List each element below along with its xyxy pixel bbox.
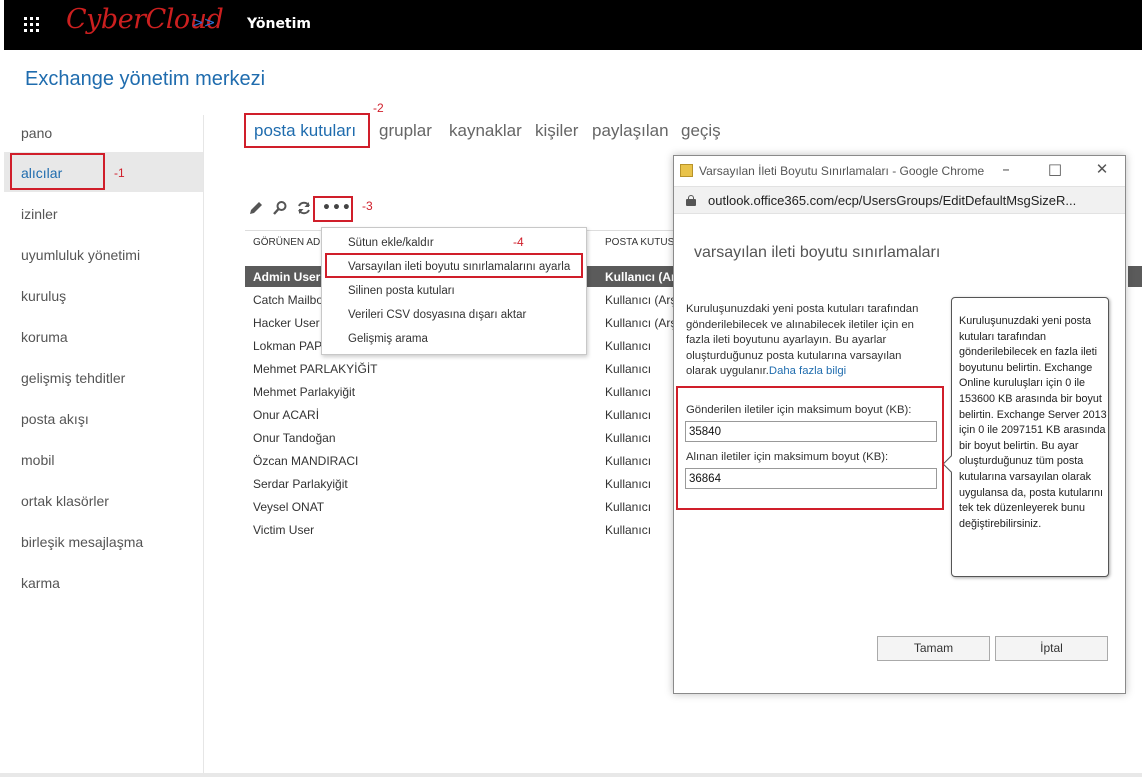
nav-item-karma[interactable]: karma: [21, 575, 60, 591]
table-row-type: Kullanıcı: [605, 523, 652, 537]
nav-item-koruma[interactable]: koruma: [21, 329, 68, 345]
menu-item-advanced-search[interactable]: Gelişmiş arama: [348, 333, 428, 345]
table-row-type: Kullanıcı (Arşiv): [605, 270, 673, 284]
menu-item-add-remove-columns[interactable]: Sütun ekle/kaldır: [348, 237, 434, 249]
nav-item-posta-akisi[interactable]: posta akışı: [21, 411, 89, 427]
table-row-type: Kullanıcı: [605, 454, 652, 468]
nav-item-pano[interactable]: pano: [21, 125, 52, 141]
ok-button[interactable]: Tamam: [877, 636, 990, 661]
lock-icon: [686, 195, 696, 206]
nav-divider: [203, 115, 204, 775]
table-row-name[interactable]: Mehmet Parlakyiğit: [253, 385, 355, 399]
tab-kaynaklar[interactable]: kaynaklar: [449, 121, 522, 141]
dialog-description: Kuruluşunuzdaki yeni posta kutuları tara…: [686, 302, 931, 380]
nav-item-izinler[interactable]: izinler: [21, 206, 58, 222]
table-row-name[interactable]: Admin User: [253, 270, 320, 284]
tooltip-pointer: [942, 455, 960, 473]
dialog-titlebar[interactable]: Varsayılan İleti Boyutu Sınırlamaları - …: [674, 156, 1125, 186]
table-row-name[interactable]: Hacker User: [253, 316, 320, 330]
table-row-name[interactable]: Onur Tandoğan: [253, 431, 336, 445]
nav-item-ortak-klasorler[interactable]: ortak klasörler: [21, 493, 109, 509]
table-row-type: Kullanıcı: [605, 385, 652, 399]
dialog-window-title: Varsayılan İleti Boyutu Sınırlamaları - …: [699, 164, 985, 178]
table-row-name[interactable]: Catch Mailbox: [253, 293, 329, 307]
url-text: outlook.office365.com/ecp/UsersGroups/Ed…: [708, 193, 1077, 208]
table-row-name[interactable]: Victim User: [253, 523, 314, 537]
annotation-box-more: [313, 196, 353, 222]
app-launcher-icon[interactable]: [24, 17, 40, 33]
annotation-label-3: -3: [362, 199, 373, 213]
top-bar: CyberCloud >> Yönetim: [4, 0, 1142, 50]
maximize-icon[interactable]: □: [1045, 160, 1065, 178]
annotation-label-4: -4: [513, 235, 524, 249]
annotation-label-1: -1: [114, 166, 125, 180]
table-row-type: Kullanıcı: [605, 477, 652, 491]
annotation-box-menu-item: [325, 253, 583, 278]
table-row-type: Kullanıcı (Arşiv): [605, 293, 673, 307]
bottom-strip: [0, 773, 1142, 777]
nav-item-kurulus[interactable]: kuruluş: [21, 288, 66, 304]
page-title: Exchange yönetim merkezi: [25, 68, 266, 90]
tab-kisiler[interactable]: kişiler: [535, 121, 578, 141]
annotation-box-posta-kutulari: [244, 113, 370, 148]
table-row-type: Kullanıcı: [605, 431, 652, 445]
menu-item-export-csv[interactable]: Verileri CSV dosyasına dışarı aktar: [348, 309, 526, 321]
refresh-icon[interactable]: [295, 200, 313, 218]
table-row-name[interactable]: Veysel ONAT: [253, 500, 324, 514]
nav-item-uyumluluk[interactable]: uyumluluk yönetimi: [21, 247, 140, 263]
table-row-type: Kullanıcı: [605, 408, 652, 422]
pencil-icon[interactable]: [247, 200, 265, 218]
table-row-name[interactable]: Özcan MANDIRACI: [253, 454, 358, 468]
address-bar[interactable]: outlook.office365.com/ecp/UsersGroups/Ed…: [674, 186, 1125, 214]
table-row-name[interactable]: Onur ACARİ: [253, 408, 319, 422]
table-row-type: Kullanıcı (Arşiv): [605, 316, 673, 330]
more-info-link[interactable]: Daha fazla bilgi: [769, 365, 846, 377]
tab-gecis[interactable]: geçiş: [681, 121, 721, 141]
annotation-box-alicilar: [10, 153, 105, 190]
menu-item-deleted-mailboxes[interactable]: Silinen posta kutuları: [348, 285, 455, 297]
tooltip-text: Kuruluşunuzdaki yeni posta kutuları tara…: [959, 315, 1107, 530]
minimize-icon[interactable]: –: [996, 160, 1016, 178]
more-options-menu: Sütun ekle/kaldır Varsayılan ileti boyut…: [321, 227, 587, 355]
table-row-name[interactable]: Mehmet PARLAKYİĞİT: [253, 362, 377, 376]
table-row-type: Kullanıcı: [605, 362, 652, 376]
annotation-label-2: -2: [373, 101, 384, 115]
help-tooltip: Kuruluşunuzdaki yeni posta kutuları tara…: [942, 297, 1109, 577]
dialog-heading: varsayılan ileti boyutu sınırlamaları: [694, 244, 941, 261]
column-header-display-name[interactable]: GÖRÜNEN AD: [253, 237, 320, 248]
annotation-box-size-fields: [676, 386, 944, 510]
table-row-type: Kullanıcı: [605, 500, 652, 514]
app-title[interactable]: Yönetim: [247, 16, 311, 32]
envelope-icon: [680, 164, 693, 177]
cancel-button[interactable]: İptal: [995, 636, 1108, 661]
nav-item-birlesik-mesajlasma[interactable]: birleşik mesajlaşma: [21, 534, 143, 550]
nav-item-mobil[interactable]: mobil: [21, 452, 54, 468]
nav-item-gelismis-tehditler[interactable]: gelişmiş tehditler: [21, 370, 125, 386]
table-row-selected-right: [1128, 266, 1142, 287]
tab-gruplar[interactable]: gruplar: [379, 121, 432, 141]
table-row-name[interactable]: Serdar Parlakyiğit: [253, 477, 348, 491]
tab-paylasilan[interactable]: paylaşılan: [592, 121, 669, 141]
brand-logo-arrow: >>: [192, 15, 216, 31]
search-icon[interactable]: [271, 200, 289, 218]
close-icon[interactable]: ✕: [1092, 160, 1112, 178]
column-header-mailbox-type[interactable]: POSTA KUTUSU: [605, 237, 673, 248]
table-row-type: Kullanıcı: [605, 339, 652, 353]
